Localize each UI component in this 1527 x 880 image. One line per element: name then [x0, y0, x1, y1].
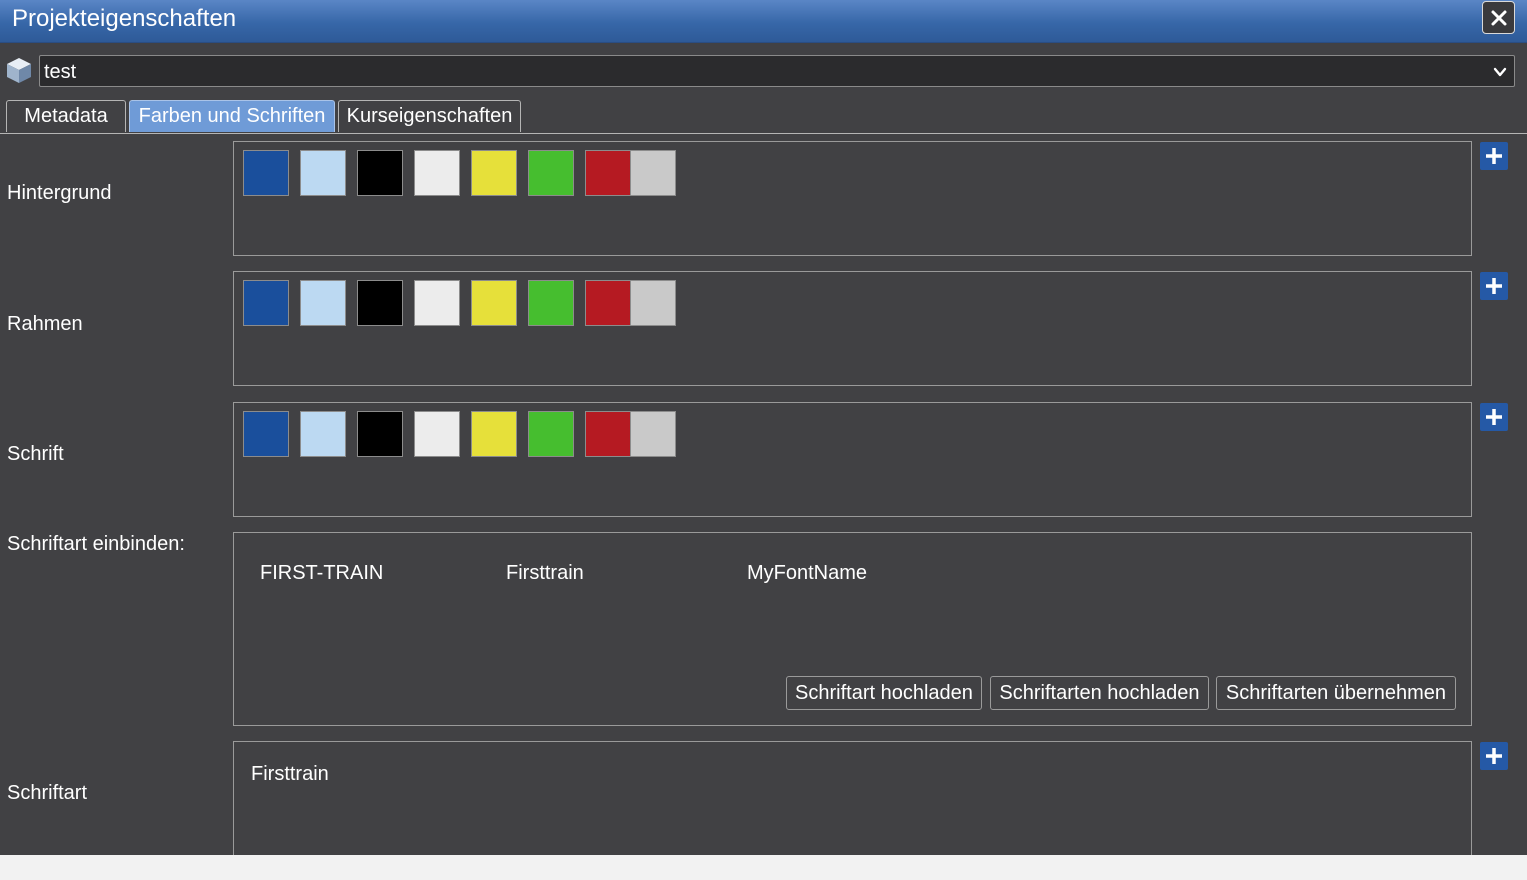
color-swatch[interactable]	[300, 411, 346, 457]
add-font-button[interactable]	[1480, 742, 1508, 770]
color-swatch[interactable]	[585, 150, 631, 196]
cube-icon	[7, 58, 31, 83]
font-color-label: Schrift	[7, 443, 64, 465]
apply-fonts-button[interactable]: Schriftarten übernehmen	[1216, 676, 1456, 710]
chevron-down-icon	[1493, 67, 1507, 77]
color-swatch[interactable]	[300, 280, 346, 326]
color-swatch[interactable]	[471, 411, 517, 457]
close-button[interactable]	[1482, 1, 1515, 34]
color-swatch[interactable]	[414, 150, 460, 196]
color-swatch[interactable]	[528, 150, 574, 196]
color-swatch[interactable]	[585, 280, 631, 326]
plus-icon	[1486, 148, 1502, 164]
color-swatch[interactable]	[300, 150, 346, 196]
color-swatch[interactable]	[630, 280, 676, 326]
color-swatch[interactable]	[357, 411, 403, 457]
project-select[interactable]: test	[39, 55, 1515, 87]
font-item-first-train[interactable]: FIRST-TRAIN	[260, 561, 383, 585]
bottom-strip	[0, 855, 1527, 880]
tab-kurseigenschaften[interactable]: Kurseigenschaften	[338, 100, 521, 132]
project-select-value: test	[44, 61, 77, 83]
title-bar[interactable]: Projekteigenschaften	[0, 0, 1527, 43]
color-swatch[interactable]	[243, 280, 289, 326]
color-swatch[interactable]	[414, 411, 460, 457]
color-swatch[interactable]	[630, 411, 676, 457]
font-item-myfontname[interactable]: MyFontName	[747, 561, 867, 585]
color-swatch[interactable]	[471, 150, 517, 196]
tab-bar: Metadata Farben und Schriften Kurseigens…	[0, 100, 1527, 134]
background-color-panel	[233, 141, 1472, 256]
font-panel: Firsttrain	[233, 741, 1472, 855]
plus-icon	[1486, 278, 1502, 294]
close-icon	[1491, 10, 1506, 25]
color-swatch[interactable]	[585, 411, 631, 457]
project-selector-row: test	[0, 52, 1527, 88]
border-label: Rahmen	[7, 313, 83, 335]
color-swatch[interactable]	[471, 280, 517, 326]
add-border-color-button[interactable]	[1480, 272, 1508, 300]
upload-font-button[interactable]: Schriftart hochladen	[786, 676, 982, 710]
border-color-panel	[233, 271, 1472, 386]
background-label: Hintergrund	[7, 182, 112, 204]
embed-font-panel: FIRST-TRAIN Firsttrain MyFontName Schrif…	[233, 532, 1472, 726]
tab-farben-und-schriften[interactable]: Farben und Schriften	[129, 100, 335, 132]
plus-icon	[1486, 748, 1502, 764]
color-swatch[interactable]	[357, 280, 403, 326]
plus-icon	[1486, 409, 1502, 425]
color-swatch[interactable]	[630, 150, 676, 196]
color-swatch[interactable]	[528, 411, 574, 457]
dialog-title: Projekteigenschaften	[12, 5, 237, 32]
color-swatch[interactable]	[414, 280, 460, 326]
add-background-color-button[interactable]	[1480, 142, 1508, 170]
color-swatch[interactable]	[243, 411, 289, 457]
tab-metadata[interactable]: Metadata	[6, 100, 126, 132]
add-font-color-button[interactable]	[1480, 403, 1508, 431]
font-item-selected[interactable]: Firsttrain	[251, 762, 329, 786]
upload-fonts-button[interactable]: Schriftarten hochladen	[990, 676, 1209, 710]
color-swatch[interactable]	[243, 150, 289, 196]
font-item-firsttrain[interactable]: Firsttrain	[506, 561, 584, 585]
embed-font-label: Schriftart einbinden:	[7, 533, 185, 555]
color-swatch[interactable]	[528, 280, 574, 326]
font-label: Schriftart	[7, 782, 88, 804]
project-properties-dialog: Projekteigenschaften test Metadata Farbe…	[0, 0, 1527, 855]
font-color-panel	[233, 402, 1472, 517]
color-swatch[interactable]	[357, 150, 403, 196]
